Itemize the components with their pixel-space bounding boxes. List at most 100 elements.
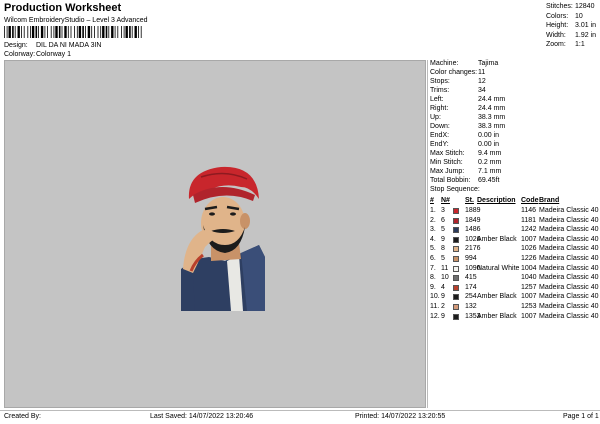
page-number: Page 1 of 1 xyxy=(563,413,599,420)
color-swatch xyxy=(453,265,459,272)
stop-row[interactable]: 8. 10 415 1040 Madeira Classic 40 xyxy=(428,274,600,283)
col-header-brand: Brand xyxy=(539,197,560,204)
stop-sequence-title: Stop Sequence: xyxy=(430,186,480,193)
stop-cell-desc: Amber Black xyxy=(477,312,517,320)
stop-cell-st: 132 xyxy=(465,303,477,310)
stop-cell-n: 10 xyxy=(441,274,449,282)
barcode-image xyxy=(4,26,142,38)
software-name: Wilcom EmbroideryStudio – Level 3 Advanc… xyxy=(4,17,148,24)
stop-cell-code: 1004 xyxy=(521,264,537,272)
stop-row[interactable]: 9. 4 174 1257 Madeira Classic 40 xyxy=(428,284,600,293)
detail-label: Max Jump: xyxy=(430,168,465,175)
stat-label: Height: xyxy=(546,22,569,30)
color-swatch xyxy=(453,208,459,214)
stop-cell-n: 4 xyxy=(441,283,445,291)
detail-label: Machine: xyxy=(430,60,459,67)
detail-label: Min Stitch: xyxy=(430,159,463,166)
stop-cell-num: 12. xyxy=(430,312,440,320)
footer: Created By: Last Saved: 14/07/2022 13:20… xyxy=(0,410,600,424)
stop-cell-code: 1007 xyxy=(521,293,537,301)
stop-cell-n: 9 xyxy=(441,312,445,320)
stop-cell-n: 11 xyxy=(441,264,449,272)
stop-cell-num: 7. xyxy=(430,264,436,272)
printed-date: Printed: 14/07/2022 13:20:55 xyxy=(355,413,446,420)
stat-row: Stitches: 12840 xyxy=(546,3,600,13)
stop-cell-brand: Madeira Classic 40 xyxy=(539,235,599,243)
last-saved: Last Saved: 14/07/2022 13:20:46 xyxy=(150,413,254,420)
stop-cell-code: 1007 xyxy=(521,235,537,243)
stop-cell-num: 4. xyxy=(430,235,436,243)
color-swatch xyxy=(453,246,459,253)
detail-value: Tajima xyxy=(478,60,499,67)
detail-value: 7.1 mm xyxy=(478,168,502,175)
stop-row[interactable]: 1. 3 1889 1146 Madeira Classic 40 xyxy=(428,207,600,216)
color-swatch xyxy=(453,275,459,282)
detail-label: EndY: xyxy=(430,141,449,148)
stop-cell-code: 1257 xyxy=(521,283,537,291)
col-header-stitches: St. xyxy=(465,197,474,204)
stop-sequence-header: # N# St. Description Code Brand xyxy=(428,197,600,206)
color-swatch xyxy=(453,294,459,301)
details-panel: Machine: Tajima Color changes: 11 Stops: 12… xyxy=(427,60,600,408)
stat-label: Stitches: xyxy=(546,3,573,10)
detail-label: EndX: xyxy=(430,132,450,139)
stop-cell-st: 415 xyxy=(465,274,477,282)
stop-cell-num: 2. xyxy=(430,216,436,224)
created-by: Created By: xyxy=(4,413,41,420)
worksheet-title: Production Worksheet xyxy=(4,2,122,14)
stop-row[interactable]: 4. 9 1026 Amber Black 1007 Madeira Classic 40 xyxy=(428,236,600,245)
design-stats: Stitches: 12840 Colors: 10 Height: 3.01 in … xyxy=(546,3,600,51)
detail-value: 24.4 mm xyxy=(478,96,506,103)
detail-value: 38.3 mm xyxy=(478,114,506,121)
stat-label: Zoom: xyxy=(546,41,566,49)
stat-value: 1:1 xyxy=(575,41,585,49)
stop-row[interactable]: 3. 5 1486 1242 Madeira Classic 40 xyxy=(428,226,600,235)
stop-cell-num: 9. xyxy=(430,283,436,291)
stat-value: 10 xyxy=(575,12,583,20)
embroidery-design-image xyxy=(181,166,265,311)
stop-cell-st: 1849 xyxy=(465,216,481,224)
stop-cell-brand: Madeira Classic 40 xyxy=(539,264,599,272)
stop-cell-code: 1007 xyxy=(521,312,537,320)
stop-row[interactable]: 10. 9 254 Amber Black 1007 Madeira Classic 40 xyxy=(428,293,600,302)
stop-row[interactable]: 2. 6 1849 1181 Madeira Classic 40 xyxy=(428,217,600,226)
detail-value: 0.00 in xyxy=(478,141,500,148)
detail-value: 0.2 mm xyxy=(478,159,502,166)
stop-cell-code: 1253 xyxy=(521,303,537,310)
color-swatch xyxy=(453,304,459,310)
stop-row[interactable]: 6. 5 994 1226 Madeira Classic 40 xyxy=(428,255,600,264)
stop-row[interactable]: 11. 2 132 1253 Madeira Classic 40 xyxy=(428,303,600,312)
stat-row: Width: 1.92 in xyxy=(546,32,600,42)
stop-row[interactable]: 7. 11 1090 Natural White 1004 Madeira Classic… xyxy=(428,265,600,274)
stop-cell-brand: Madeira Classic 40 xyxy=(539,216,599,224)
design-label: Design: xyxy=(4,42,28,49)
stop-cell-brand: Madeira Classic 40 xyxy=(539,274,599,282)
color-swatch xyxy=(453,284,459,291)
detail-label: Trims: xyxy=(430,87,450,94)
stat-value: 3.01 in xyxy=(575,22,597,30)
detail-label: Stops: xyxy=(430,78,450,85)
stop-cell-brand: Madeira Classic 40 xyxy=(539,303,599,310)
color-swatch xyxy=(453,217,459,224)
detail-value: 69.45ft xyxy=(478,177,500,184)
col-header-code: Code xyxy=(521,197,539,204)
detail-label: Right: xyxy=(430,105,449,112)
color-swatch xyxy=(453,236,459,243)
stop-cell-n: 6 xyxy=(441,216,445,224)
stop-cell-code: 1181 xyxy=(521,216,537,224)
stop-cell-brand: Madeira Classic 40 xyxy=(539,312,599,320)
col-header-num: # xyxy=(430,197,434,204)
detail-label: Max Stitch: xyxy=(430,150,465,157)
color-swatch xyxy=(453,313,459,320)
stop-cell-n: 8 xyxy=(441,245,445,253)
stop-cell-code: 1026 xyxy=(521,245,537,253)
stat-value: 12840 xyxy=(575,3,595,10)
stop-cell-num: 3. xyxy=(430,226,436,234)
detail-label: Up: xyxy=(430,114,441,121)
stop-cell-st: 1889 xyxy=(465,207,481,214)
stop-row[interactable]: 5. 8 2176 1026 Madeira Classic 40 xyxy=(428,245,600,254)
detail-value: 11 xyxy=(478,69,486,76)
stop-cell-brand: Madeira Classic 40 xyxy=(539,283,599,291)
stop-cell-code: 1040 xyxy=(521,274,537,282)
stop-row[interactable]: 12. 9 1353 Amber Black 1007 Madeira Classic 4… xyxy=(428,313,600,322)
